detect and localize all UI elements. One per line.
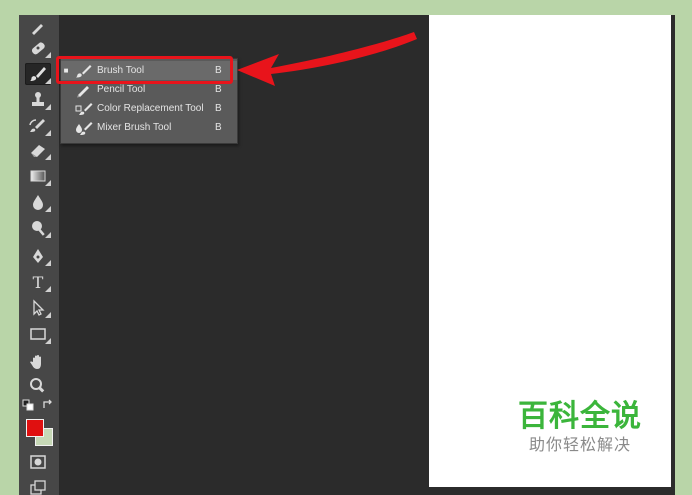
history-brush-icon[interactable] bbox=[25, 115, 51, 137]
color-replacement-icon bbox=[71, 99, 97, 118]
watermark-subtitle: 助你轻松解决 bbox=[528, 435, 631, 454]
zoom-tool-icon[interactable] bbox=[25, 375, 51, 397]
type-tool-label: T bbox=[32, 272, 44, 292]
swap-colors-icon[interactable] bbox=[41, 398, 55, 412]
path-selection-icon[interactable] bbox=[25, 297, 51, 319]
menu-item-pencil-tool[interactable]: Pencil Tool B bbox=[61, 80, 237, 99]
shortcut-key: B bbox=[215, 122, 222, 133]
pen-edit-icon[interactable] bbox=[25, 17, 51, 39]
watermark: 百科全说 助你轻松解决 bbox=[505, 400, 655, 456]
selected-marker: ■ bbox=[63, 66, 69, 75]
brush-icon[interactable] bbox=[25, 63, 51, 85]
watermark-title: 百科全说 bbox=[518, 399, 642, 434]
menu-item-color-replacement-tool[interactable]: Color Replacement Tool B bbox=[61, 99, 237, 118]
pencil-icon bbox=[71, 80, 97, 99]
screen-mode-icon[interactable] bbox=[25, 477, 51, 495]
blur-drop-icon[interactable] bbox=[25, 191, 51, 213]
shortcut-key: B bbox=[215, 103, 222, 114]
brush-tools-flyout-menu: ■ Brush Tool B Pencil Tool B Color Repla… bbox=[60, 58, 238, 144]
rectangle-shape-icon[interactable] bbox=[25, 323, 51, 345]
app-root: T ■ Brush Tool B Pencil Tool B Color Rep… bbox=[0, 0, 692, 495]
menu-item-label: Color Replacement Tool bbox=[97, 103, 204, 114]
menu-item-label: Mixer Brush Tool bbox=[97, 122, 172, 133]
brush-icon bbox=[71, 61, 97, 80]
menu-item-brush-tool[interactable]: ■ Brush Tool B bbox=[61, 61, 237, 80]
foreground-color-swatch[interactable] bbox=[26, 419, 44, 437]
type-tool-icon[interactable]: T bbox=[25, 271, 51, 293]
clone-stamp-icon[interactable] bbox=[25, 89, 51, 111]
pen-tool-icon[interactable] bbox=[25, 245, 51, 267]
menu-item-label: Pencil Tool bbox=[97, 84, 146, 95]
gradient-icon[interactable] bbox=[25, 165, 51, 187]
quick-mask-icon[interactable] bbox=[25, 451, 51, 473]
mixer-brush-icon bbox=[71, 118, 97, 137]
hand-tool-icon[interactable] bbox=[25, 351, 51, 373]
default-colors-icon[interactable] bbox=[21, 398, 35, 412]
eraser-icon[interactable] bbox=[25, 139, 51, 161]
dodge-icon[interactable] bbox=[25, 217, 51, 239]
tools-panel: T bbox=[19, 15, 60, 495]
menu-item-mixer-brush-tool[interactable]: Mixer Brush Tool B bbox=[61, 118, 237, 137]
menu-item-label: Brush Tool bbox=[97, 65, 145, 76]
annotation-arrow-icon bbox=[237, 32, 417, 86]
healing-brush-icon[interactable] bbox=[25, 37, 51, 59]
